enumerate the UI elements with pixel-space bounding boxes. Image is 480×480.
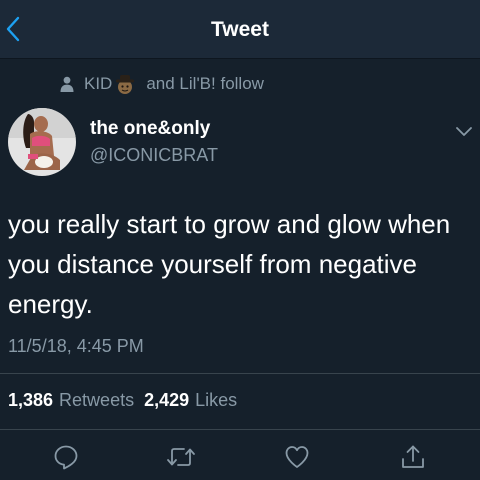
tweet-text: you really start to grow and glow when y… [8,204,470,324]
likes-stat[interactable]: 2,429 Likes [144,390,237,411]
avatar[interactable] [8,108,76,176]
tweet-text-line: you distance yourself from negative [8,249,417,279]
divider [0,373,480,374]
chevron-down-icon [456,127,472,136]
share-button[interactable] [400,444,426,470]
person-icon [60,76,74,92]
share-icon [402,445,424,468]
avatar-image [8,108,76,176]
tweet-actions [0,438,480,474]
retweets-count: 1,386 [8,390,54,410]
tweet-menu-button[interactable] [452,122,476,142]
cowboy-emoji [116,75,135,94]
retweet-icon [167,448,195,466]
retweet-button[interactable] [166,444,196,470]
reply-icon [54,445,78,470]
tweet-stats: 1,386 Retweets 2,429 Likes [8,390,237,411]
like-icon [285,446,309,468]
likes-label: Likes [195,390,238,410]
retweets-label: Retweets [59,390,135,410]
like-button[interactable] [284,444,310,470]
social-context-name: KID [84,74,113,93]
tweet-timestamp: 11/5/18, 4:45 PM [8,336,144,356]
likes-count: 2,429 [144,390,190,410]
navigation-bar: Tweet [0,0,480,59]
tweet-text-line: energy. [8,289,93,319]
author-display-name[interactable]: the one&only [90,118,210,140]
divider [0,429,480,430]
author-handle[interactable]: @ICONICBRAT [90,145,218,166]
tweet-text-line: you really start to grow and glow when [8,209,451,239]
retweets-stat[interactable]: 1,386 Retweets [8,390,134,411]
reply-button[interactable] [53,444,79,470]
page-title: Tweet [211,18,269,41]
social-context[interactable]: KID and Lil'B! follow [60,72,264,96]
social-context-text: and Lil'B! follow [146,74,264,93]
